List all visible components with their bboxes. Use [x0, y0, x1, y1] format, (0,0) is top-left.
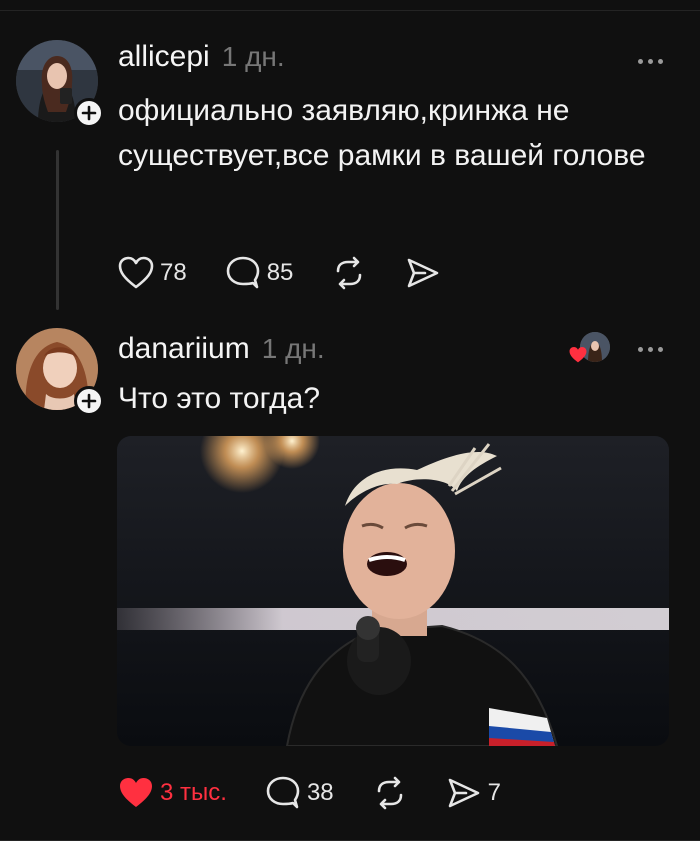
post-image[interactable] [117, 436, 669, 746]
comment-count: 85 [266, 259, 294, 286]
post-text: Что это тогда? [118, 382, 321, 415]
share-button[interactable] [405, 256, 441, 290]
like-button[interactable]: 78 [118, 256, 187, 290]
send-icon [448, 778, 479, 808]
author-avatar[interactable] [16, 40, 104, 128]
more-options-icon[interactable] [638, 344, 668, 354]
comment-icon [226, 256, 260, 289]
share-button[interactable]: 7 [446, 776, 501, 810]
repost-button[interactable] [372, 776, 408, 810]
liked-by-author-badge [569, 332, 610, 366]
send-icon [408, 258, 439, 288]
comment-button[interactable]: 85 [225, 256, 294, 290]
comment-count: 38 [306, 779, 334, 806]
repost-icon [337, 256, 362, 290]
follow-plus-icon[interactable] [74, 386, 104, 416]
heart-icon [569, 347, 587, 363]
username[interactable]: danariium [118, 332, 250, 366]
post-time: 1 дн. [221, 41, 285, 72]
more-options-icon[interactable] [638, 56, 668, 66]
post-actions: 3 тыс. 38 7 [118, 776, 539, 810]
post-allicepi: allicepi 1 дн. официально заявляю,кринжа… [0, 0, 700, 320]
like-count: 78 [160, 259, 187, 286]
share-count: 7 [487, 779, 501, 806]
author-avatar[interactable] [16, 328, 104, 416]
post-text: официально заявляю,кринжа не существует,… [118, 94, 646, 172]
repost-icon [377, 776, 402, 810]
repost-button[interactable] [331, 256, 367, 290]
post-actions: 78 85 [118, 256, 479, 290]
post-time: 1 дн. [261, 333, 325, 364]
heart-icon [118, 256, 154, 289]
follow-plus-icon[interactable] [74, 98, 104, 128]
heart-filled-icon [120, 778, 152, 807]
post-header: danariium 1 дн. [118, 332, 325, 366]
post-header: allicepi 1 дн. [118, 40, 285, 74]
like-button[interactable]: 3 тыс. [118, 776, 227, 810]
comment-button[interactable]: 38 [265, 776, 334, 810]
thread-line [56, 150, 59, 310]
comment-icon [266, 776, 300, 809]
like-count: 3 тыс. [160, 779, 227, 806]
username[interactable]: allicepi [118, 40, 210, 74]
